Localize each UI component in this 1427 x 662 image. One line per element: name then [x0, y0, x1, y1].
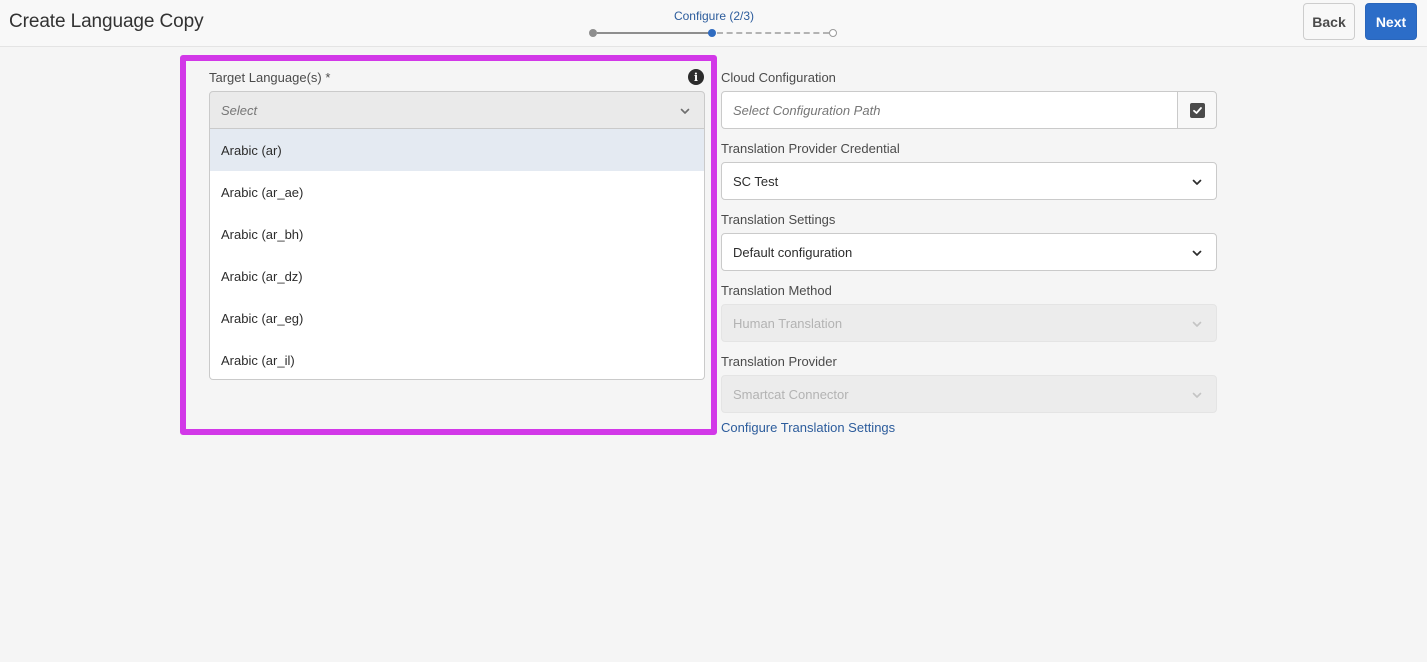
language-option[interactable]: Arabic (ar_ae)	[210, 171, 704, 213]
configure-translation-settings-link[interactable]: Configure Translation Settings	[721, 420, 895, 435]
target-languages-select[interactable]: Select	[209, 91, 705, 129]
translation-method-value: Human Translation	[733, 316, 843, 331]
cloud-configuration-label: Cloud Configuration	[721, 70, 836, 85]
language-option[interactable]: Arabic (ar_eg)	[210, 297, 704, 339]
step-line-pending	[717, 32, 829, 34]
info-icon[interactable]: i	[688, 69, 704, 85]
step-line-completed	[597, 32, 709, 34]
chevron-down-icon	[1191, 176, 1203, 188]
checkbox-icon	[1189, 102, 1205, 118]
target-languages-label: Target Language(s) *	[209, 70, 331, 85]
cloud-configuration-placeholder: Select Configuration Path	[733, 103, 881, 118]
target-languages-placeholder: Select	[221, 103, 258, 118]
target-languages-dropdown: Arabic (ar) Arabic (ar_ae) Arabic (ar_bh…	[209, 129, 705, 380]
step-label: Configure (2/3)	[673, 9, 755, 23]
next-button[interactable]: Next	[1365, 3, 1417, 40]
translation-provider-value: Smartcat Connector	[733, 387, 849, 402]
step-1-dot	[589, 29, 597, 37]
chevron-down-icon	[679, 105, 691, 117]
translation-provider-select: Smartcat Connector	[721, 375, 1217, 413]
top-bar: Create Language Copy Configure (2/3) Bac…	[0, 0, 1427, 47]
translation-settings-label: Translation Settings	[721, 212, 836, 227]
page-title: Create Language Copy	[9, 11, 204, 32]
cloud-configuration-picker-button[interactable]	[1177, 91, 1217, 129]
translation-method-label: Translation Method	[721, 283, 832, 298]
chevron-down-icon	[1191, 389, 1203, 401]
language-option[interactable]: Arabic (ar_bh)	[210, 213, 704, 255]
wizard-stepper: Configure (2/3)	[586, 6, 842, 42]
step-3-dot	[829, 29, 837, 37]
chevron-down-icon	[1191, 247, 1203, 259]
translation-method-select: Human Translation	[721, 304, 1217, 342]
language-option[interactable]: Arabic (ar_il)	[210, 339, 704, 381]
cloud-configuration-input[interactable]: Select Configuration Path	[721, 91, 1178, 129]
language-option[interactable]: Arabic (ar_dz)	[210, 255, 704, 297]
back-button[interactable]: Back	[1303, 3, 1355, 40]
provider-credential-select[interactable]: SC Test	[721, 162, 1217, 200]
translation-provider-label: Translation Provider	[721, 354, 837, 369]
chevron-down-icon	[1191, 318, 1203, 330]
provider-credential-label: Translation Provider Credential	[721, 141, 900, 156]
step-2-dot	[708, 29, 716, 37]
translation-settings-select[interactable]: Default configuration	[721, 233, 1217, 271]
translation-settings-value: Default configuration	[733, 245, 853, 260]
provider-credential-value: SC Test	[733, 174, 779, 189]
language-option[interactable]: Arabic (ar)	[210, 129, 704, 171]
